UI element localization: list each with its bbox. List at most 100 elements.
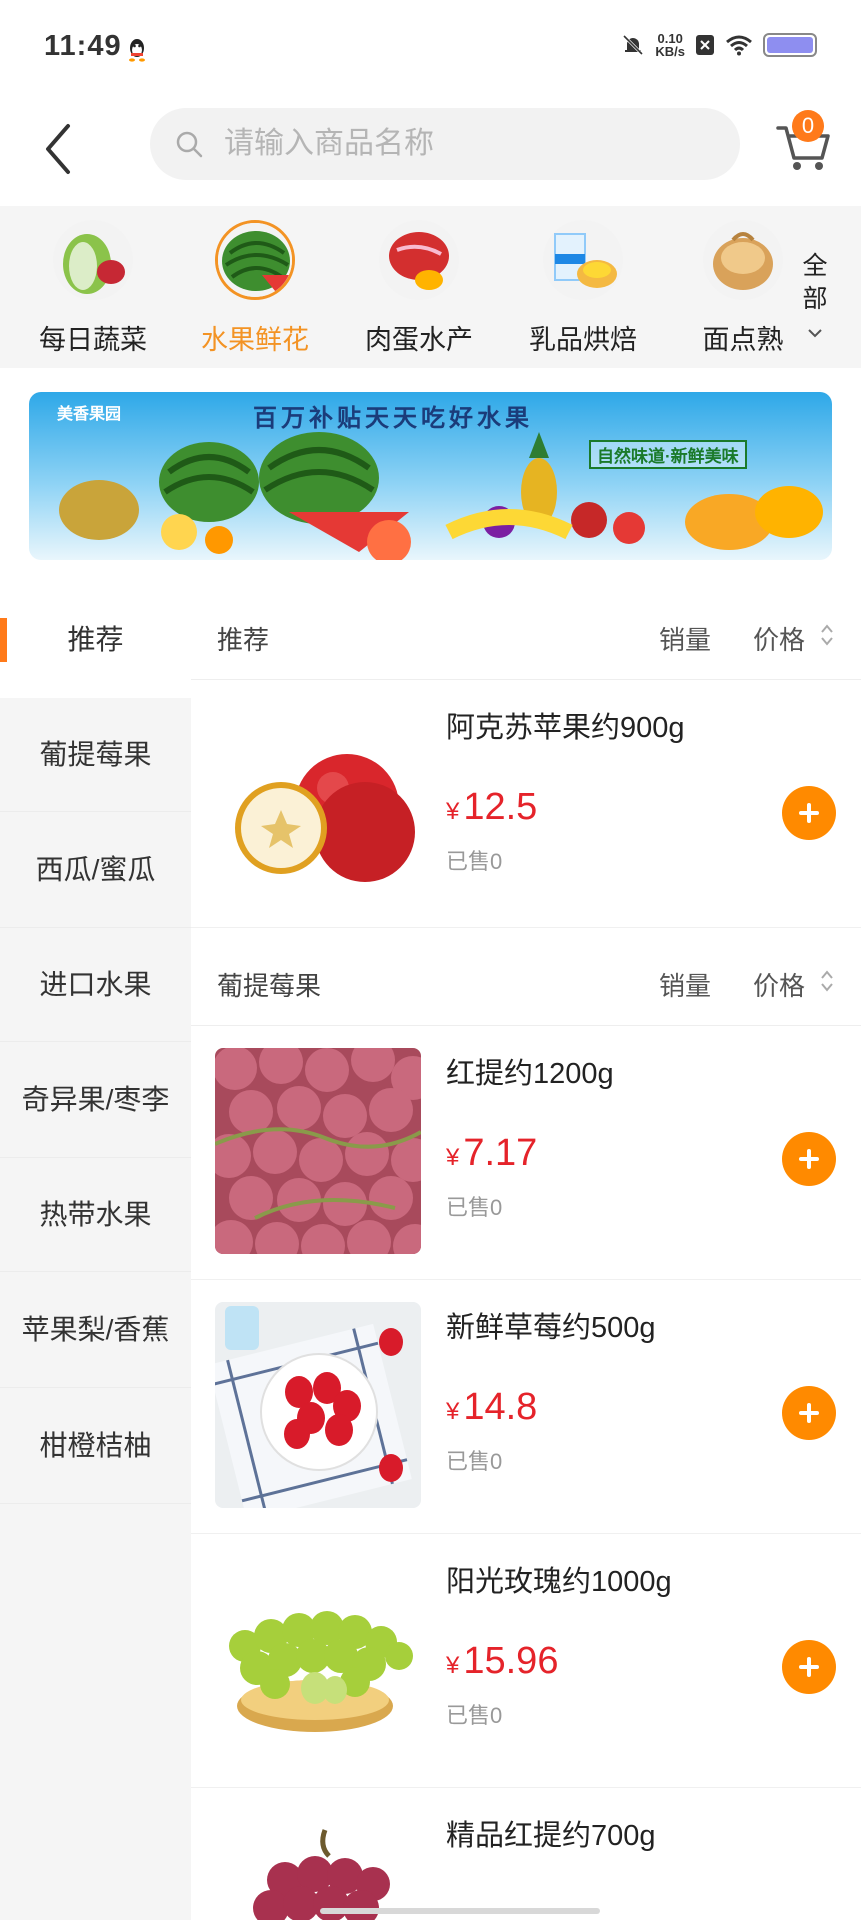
product-name: 新鲜草莓约500g (446, 1312, 656, 1344)
category-meat-eggs-seafood[interactable]: 肉蛋水产 (344, 220, 494, 357)
sidebar-item-label: 奇异果/枣李 (21, 1083, 170, 1115)
meat-image (379, 220, 459, 300)
network-speed-unit: KB/s (655, 44, 685, 59)
price-value: 14.8 (463, 1386, 538, 1428)
currency-symbol: ¥ (446, 798, 460, 825)
product-list: 推荐 销量 价格 阿克苏苹果约900g ¥12.5 已售0 葡提莓果 销量 价格… (191, 582, 861, 1920)
product-sold-count: 已售0 (446, 1703, 503, 1728)
price-value: 15.96 (463, 1640, 559, 1682)
price-value: 7.17 (463, 1132, 538, 1174)
category-all-button[interactable]: 全 部 (800, 250, 830, 349)
product-card[interactable]: 阿克苏苹果约900g ¥12.5 已售0 (191, 680, 861, 928)
category-label: 乳品烘焙 (529, 325, 637, 355)
category-dairy-bakery[interactable]: 乳品烘焙 (508, 220, 658, 357)
header: 0 (0, 100, 861, 206)
sort-by-price-button[interactable]: 价格 (753, 966, 805, 1003)
scroll-indicator (320, 1908, 600, 1914)
section-title: 推荐 (217, 625, 270, 655)
sidebar-item-grapes-berries[interactable]: 葡提莓果 (0, 698, 191, 812)
product-sold-count: 已售0 (446, 1449, 503, 1474)
product-price: ¥15.96 (446, 1640, 558, 1683)
currency-symbol: ¥ (446, 1144, 460, 1171)
sort-by-sales-button[interactable]: 销量 (659, 620, 711, 657)
section-header-grapes-berries: 葡提莓果 销量 价格 (191, 928, 861, 1026)
product-price: ¥7.17 (446, 1132, 537, 1175)
qq-icon (129, 39, 145, 62)
add-to-cart-button[interactable] (782, 786, 836, 840)
sidebar-item-label: 苹果梨/香蕉 (21, 1313, 170, 1345)
sidebar-item-melons[interactable]: 西瓜/蜜瓜 (0, 812, 191, 928)
product-card[interactable]: 红提约1200g ¥7.17 已售0 (191, 1026, 861, 1280)
category-label: 面点熟 (702, 325, 784, 355)
category-label: 水果鲜花 (201, 325, 309, 355)
category-vegetables[interactable]: 每日蔬菜 (18, 220, 168, 357)
product-sold-count: 已售0 (446, 1195, 503, 1220)
product-name: 阿克苏苹果约900g (446, 712, 685, 744)
product-name: 红提约1200g (446, 1058, 614, 1090)
category-strip: 每日蔬菜 水果鲜花 肉蛋水产 乳品烘焙 面点熟 全 部 (0, 206, 861, 368)
product-card[interactable]: 新鲜草莓约500g ¥14.8 已售0 (191, 1280, 861, 1534)
sidebar-item-kiwi-plums[interactable]: 奇异果/枣李 (0, 1042, 191, 1158)
mute-bell-icon (623, 34, 644, 56)
chevron-down-icon (808, 329, 822, 338)
sidebar-item-imported[interactable]: 进口水果 (0, 928, 191, 1042)
sim-off-icon (696, 35, 714, 55)
battery-icon (763, 33, 817, 57)
product-name: 精品红提约700g (446, 1820, 656, 1852)
product-price: ¥14.8 (446, 1386, 537, 1429)
wifi-icon (726, 35, 752, 56)
category-label: 每日蔬菜 (39, 325, 147, 355)
sidebar-item-citrus[interactable]: 柑橙桔柚 (0, 1388, 191, 1504)
vegetable-image (53, 220, 133, 300)
pastry-image (703, 220, 783, 300)
add-to-cart-button[interactable] (782, 1640, 836, 1694)
product-image-apple (215, 702, 421, 908)
status-bar: 11:49 0.10 KB/s (0, 0, 861, 100)
section-title: 葡提莓果 (217, 971, 322, 1001)
product-card[interactable]: 阳光玫瑰约1000g ¥15.96 已售0 (191, 1534, 861, 1788)
section-header-recommend: 推荐 销量 价格 (191, 582, 861, 680)
sidebar-item-label: 柑橙桔柚 (39, 1429, 152, 1461)
sidebar-item-label: 西瓜/蜜瓜 (35, 853, 156, 885)
sort-by-sales-button[interactable]: 销量 (659, 966, 711, 1003)
product-price: ¥12.5 (446, 786, 537, 829)
currency-symbol: ¥ (446, 1652, 460, 1679)
status-time: 11:49 (44, 30, 122, 62)
category-label: 肉蛋水产 (365, 325, 473, 355)
cart-count-badge: 0 (792, 110, 824, 142)
subcategory-sidebar: 推荐 葡提莓果 西瓜/蜜瓜 进口水果 奇异果/枣李 热带水果 苹果梨/香蕉 柑橙… (0, 582, 191, 1920)
banner-brand: 美香果园 (57, 406, 122, 423)
product-image-red-grape (215, 1810, 421, 1920)
watermelon-image (215, 220, 295, 300)
product-card[interactable]: 精品红提约700g (191, 1788, 861, 1920)
sort-arrows-icon[interactable] (819, 968, 835, 994)
dairy-image (543, 220, 623, 300)
promo-banner[interactable]: 美香果园 百万补贴天天吃好水果 自然味道·新鲜美味 (29, 392, 832, 560)
product-name: 阳光玫瑰约1000g (446, 1566, 672, 1598)
sort-by-price-button[interactable]: 价格 (753, 620, 805, 657)
sidebar-item-label: 进口水果 (39, 968, 152, 1000)
sort-arrows-icon[interactable] (819, 622, 835, 648)
sidebar-item-apple-pear-banana[interactable]: 苹果梨/香蕉 (0, 1272, 191, 1388)
search-bar[interactable] (150, 108, 740, 180)
sidebar-item-recommend[interactable]: 推荐 (0, 582, 191, 698)
search-icon (176, 131, 203, 158)
product-image-green-grape (215, 1556, 421, 1762)
category-fruits-flowers[interactable]: 水果鲜花 (180, 220, 330, 357)
add-to-cart-button[interactable] (782, 1386, 836, 1440)
currency-symbol: ¥ (446, 1398, 460, 1425)
banner-title: 百万补贴天天吃好水果 (253, 405, 533, 432)
price-value: 12.5 (463, 786, 538, 828)
sidebar-item-label: 热带水果 (39, 1198, 152, 1230)
product-image-red-grape (215, 1048, 421, 1254)
network-speed: 0.10 KB/s (655, 32, 685, 58)
product-sold-count: 已售0 (446, 849, 503, 874)
category-pastry[interactable]: 面点熟 (668, 220, 818, 357)
search-input[interactable] (224, 127, 704, 161)
add-to-cart-button[interactable] (782, 1132, 836, 1186)
sidebar-item-tropical[interactable]: 热带水果 (0, 1158, 191, 1272)
back-button[interactable] (40, 118, 80, 180)
sidebar-active-indicator (0, 618, 7, 662)
category-all-label-1: 全 (802, 252, 828, 280)
product-image-strawberry (215, 1302, 421, 1508)
